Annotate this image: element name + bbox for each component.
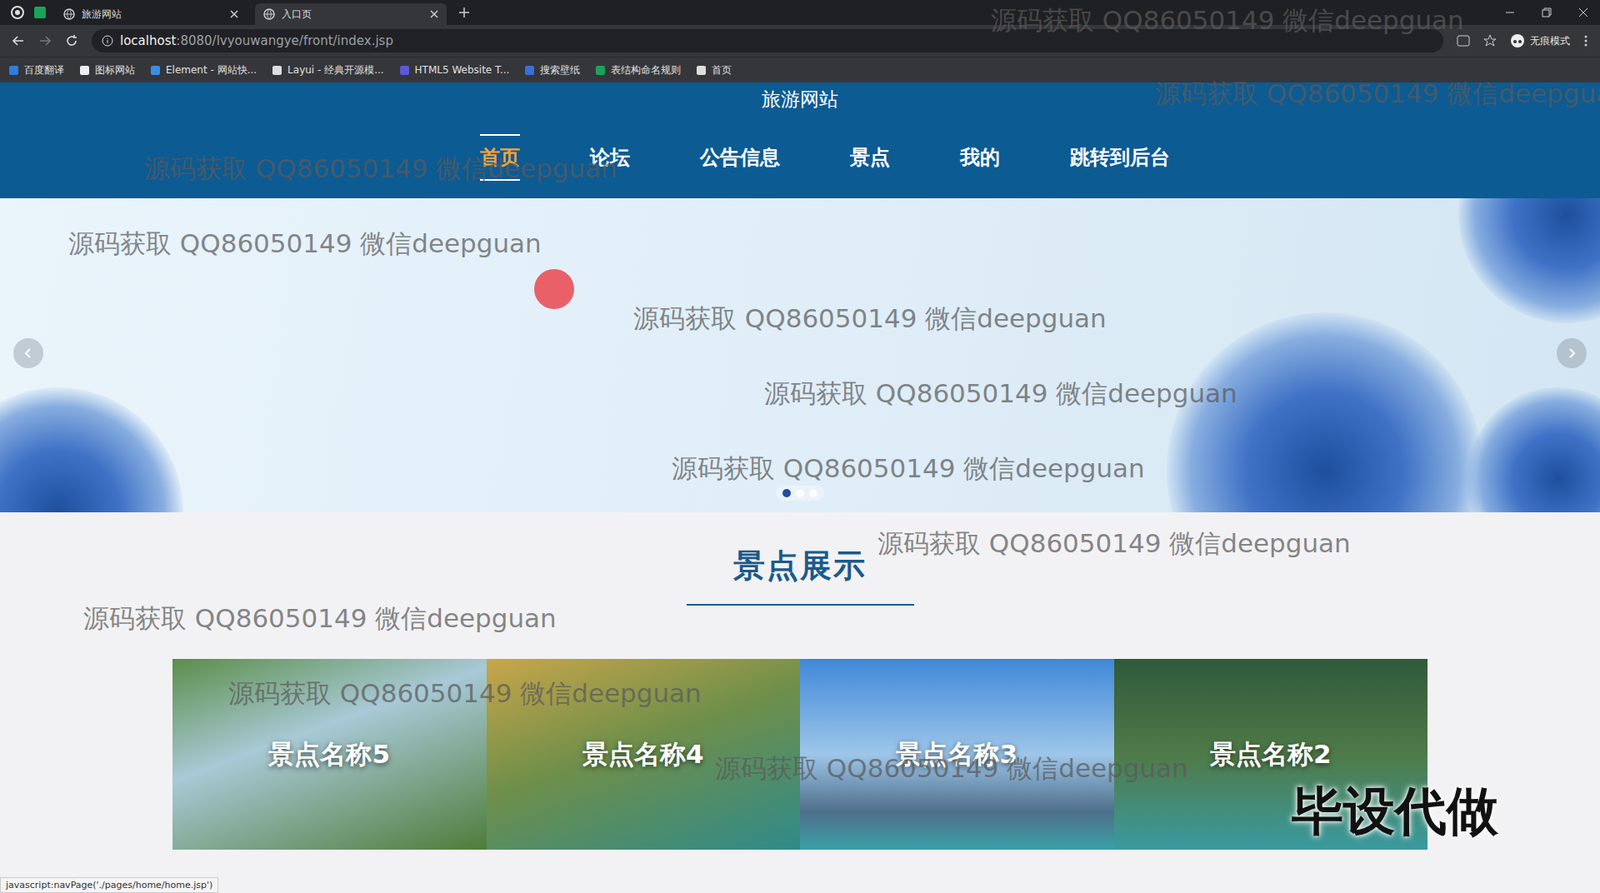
info-icon[interactable]: [101, 35, 114, 47]
tab-bar: 旅游网站入口页: [0, 0, 1600, 25]
spot-list: 景点名称5景点名称4景点名称3景点名称2: [172, 659, 1428, 850]
restore-icon[interactable]: [1541, 7, 1552, 18]
carousel-dot[interactable]: [795, 489, 805, 498]
next-button[interactable]: [1556, 338, 1587, 369]
bookmarks-bar: 百度翻译图标网站 Element - 网站快... Layui - 经典开源模...…: [0, 56, 1600, 83]
carousel-dot[interactable]: [782, 489, 791, 498]
site-title: 旅游网站: [0, 82, 1600, 116]
bookmark-icon: [150, 65, 161, 76]
watermark: 源码获取 QQ86050149 微信deepguan: [764, 376, 1238, 412]
watermark: 源码获取 QQ86050149 微信deepguan: [83, 601, 557, 637]
nav-item[interactable]: 公告信息: [700, 134, 780, 181]
carousel-dot[interactable]: [809, 489, 818, 498]
bookmark-icon: [271, 65, 283, 76]
app-icon[interactable]: [33, 5, 47, 20]
spot-card[interactable]: 景点名称4: [486, 659, 801, 850]
bookmark[interactable]: HTML5 Website T...: [399, 64, 510, 76]
plus-icon[interactable]: [458, 6, 470, 19]
bookmark[interactable]: 搜索壁纸: [524, 63, 580, 78]
incognito-badge[interactable]: 无痕模式: [1510, 33, 1570, 49]
nav-item[interactable]: 首页: [480, 134, 520, 181]
flower-decoration: [1166, 312, 1484, 513]
close-icon[interactable]: [430, 10, 439, 19]
nav-item[interactable]: 跳转到后台: [1070, 134, 1170, 181]
reload-icon[interactable]: [65, 34, 79, 48]
bookmark[interactable]: 图标网站: [79, 63, 135, 78]
nav-item[interactable]: 景点: [850, 134, 890, 181]
translate-icon[interactable]: [1456, 34, 1470, 48]
incognito-icon: [1510, 33, 1525, 49]
chevron-left-icon: [22, 347, 35, 360]
watermark: 源码获取 QQ86050149 微信deepguan: [1155, 76, 1600, 112]
bookmark[interactable]: 首页: [695, 63, 732, 78]
close-window-icon[interactable]: [1578, 7, 1589, 18]
watermark: 源码获取 QQ86050149 微信deepguan: [144, 151, 618, 187]
watermark: 源码获取 QQ86050149 微信deepguan: [990, 3, 1465, 39]
watermark: 源码获取 QQ86050149 微信deepguan: [228, 676, 702, 712]
globe-icon: [263, 8, 275, 20]
site-header: 旅游网站首页 论坛 公告信息 景点 我的 跳转到后台: [0, 82, 1600, 199]
flower-decoration: [1458, 198, 1600, 324]
address-bar: localhost:8080/lvyouwangye/front/index.j…: [0, 25, 1600, 57]
back-icon[interactable]: [11, 34, 25, 48]
browser-icon[interactable]: [10, 5, 25, 20]
bookmark-icon: [524, 65, 535, 76]
watermark-layer: 源码获取 QQ86050149 微信deepguan 源码获取 QQ8605014…: [0, 0, 1600, 893]
promo-badge: 毕设代做: [1291, 776, 1499, 847]
browser-tab[interactable]: 入口页: [255, 3, 447, 25]
bookmark-icon: [8, 65, 20, 76]
watermark: 源码获取 QQ86050149 微信deepguan: [671, 451, 1145, 487]
bookmark-icon: [399, 65, 410, 76]
section-title: 景点展示: [733, 542, 867, 590]
chevron-right-icon: [1565, 347, 1578, 360]
bookmark-icon: [595, 65, 606, 76]
close-icon[interactable]: [230, 10, 239, 19]
bookmark[interactable]: Element - 网站快...: [150, 63, 257, 78]
star-icon[interactable]: [1483, 34, 1497, 48]
watermark: 源码获取 QQ86050149 微信deepguan: [715, 751, 1189, 787]
watermark: 源码获取 QQ86050149 微信deepguan: [68, 226, 542, 262]
forward-icon[interactable]: [38, 34, 52, 48]
url-field[interactable]: localhost:8080/lvyouwangye/front/index.j…: [91, 29, 1444, 53]
browser-window: 旅游网站入口页localhost:8080/lvyouwangye/front/…: [0, 0, 1600, 893]
title-underline: [686, 604, 915, 606]
nav-item[interactable]: 我的: [960, 134, 1000, 181]
flower-decoration: [1466, 387, 1600, 513]
prev-button[interactable]: [13, 338, 44, 369]
carousel-dots: [775, 485, 825, 501]
flower-decoration: [0, 387, 184, 513]
watermark: 源码获取 QQ86050149 微信deepguan: [877, 526, 1351, 562]
bookmark[interactable]: 百度翻译: [8, 63, 65, 78]
cursor-highlight: [534, 269, 575, 310]
watermark: 源码获取 QQ86050149 微信deepguan: [633, 301, 1107, 337]
bookmark[interactable]: 表结构命名规则: [595, 63, 681, 78]
spot-card[interactable]: 景点名称5: [172, 659, 487, 850]
browser-tab[interactable]: 旅游网站: [55, 3, 247, 25]
status-bar: javascript:navPage('./pages/home/home.js…: [0, 877, 219, 893]
spot-card[interactable]: 景点名称3: [800, 659, 1115, 850]
menu-icon[interactable]: [1583, 34, 1589, 48]
banner-carousel: [0, 198, 1600, 513]
nav-item[interactable]: 论坛: [590, 134, 630, 181]
minimize-icon[interactable]: [1505, 7, 1515, 18]
globe-icon: [63, 8, 75, 20]
main-nav: 首页 论坛 公告信息 景点 我的 跳转到后台: [0, 115, 1600, 199]
bookmark[interactable]: Layui - 经典开源模...: [271, 63, 384, 78]
bookmark-icon: [79, 65, 90, 76]
bookmark-icon: [695, 65, 707, 76]
